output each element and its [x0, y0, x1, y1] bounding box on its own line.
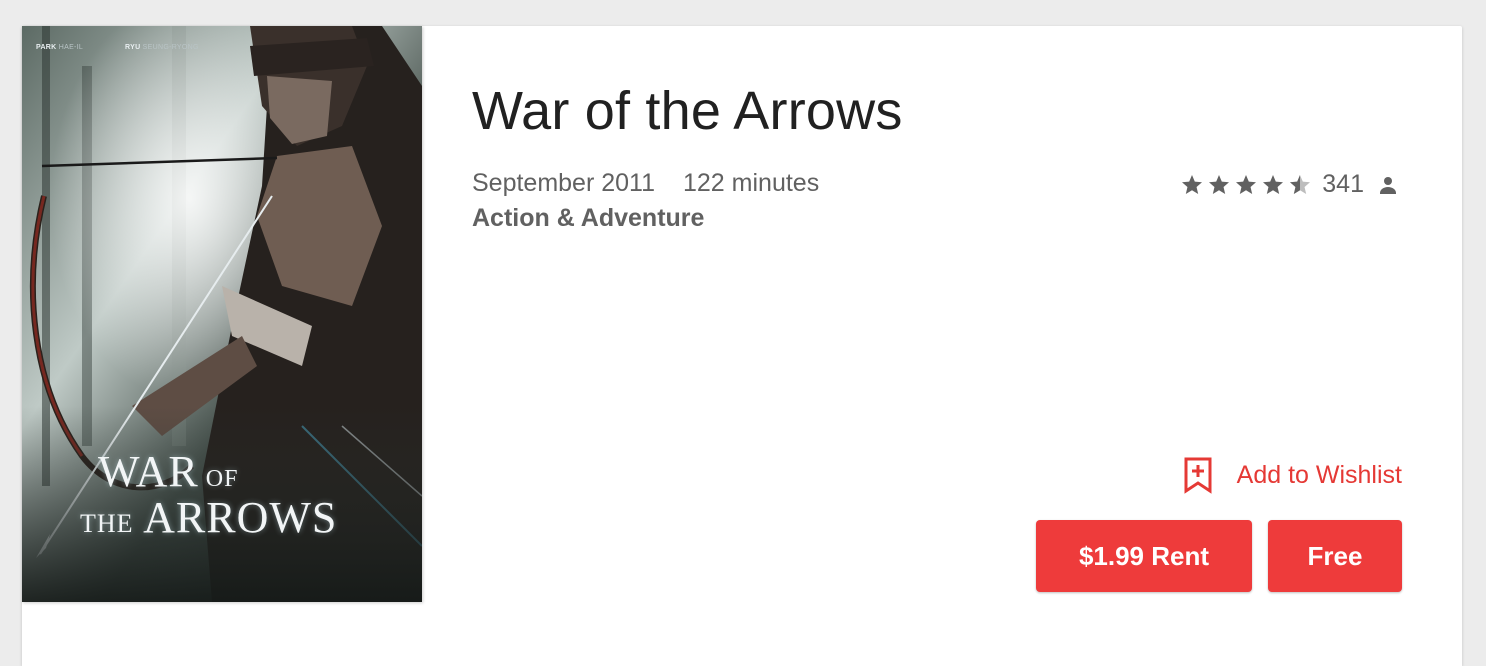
rating-summary: 341	[1180, 170, 1400, 199]
star-icon	[1182, 174, 1203, 194]
star-rating	[1180, 173, 1312, 197]
poster-title-line-2: THE ARROWS	[80, 493, 338, 542]
release-date: September 2011	[472, 169, 655, 197]
movie-title: War of the Arrows	[472, 81, 903, 141]
free-button[interactable]: Free	[1268, 520, 1402, 592]
bookmark-add-icon	[1184, 457, 1212, 494]
person-icon	[1380, 176, 1396, 194]
movie-details-card: PARK HAE-IL RYU SEUNG-RYONG WAR OF THE A…	[22, 26, 1462, 666]
star-half-icon	[1290, 174, 1311, 194]
movie-genre-link[interactable]: Action & Adventure	[472, 204, 704, 233]
add-to-wishlist-button[interactable]: Add to Wishlist	[1183, 456, 1402, 494]
poster-credit-1: PARK HAE-IL	[36, 44, 84, 51]
movie-meta: September 2011 122 minutes	[472, 169, 819, 198]
poster-credit-2: RYU SEUNG-RYONG	[125, 44, 199, 51]
rating-count: 341	[1322, 170, 1364, 198]
poster-title-line-1: WAR OF	[98, 447, 239, 496]
star-icon	[1236, 174, 1257, 194]
rent-button[interactable]: $1.99 Rent	[1036, 520, 1252, 592]
star-icon	[1263, 174, 1284, 194]
star-icon	[1209, 174, 1230, 194]
wishlist-label: Add to Wishlist	[1236, 460, 1402, 489]
runtime: 122 minutes	[683, 169, 820, 197]
movie-poster[interactable]: PARK HAE-IL RYU SEUNG-RYONG WAR OF THE A…	[22, 26, 422, 602]
